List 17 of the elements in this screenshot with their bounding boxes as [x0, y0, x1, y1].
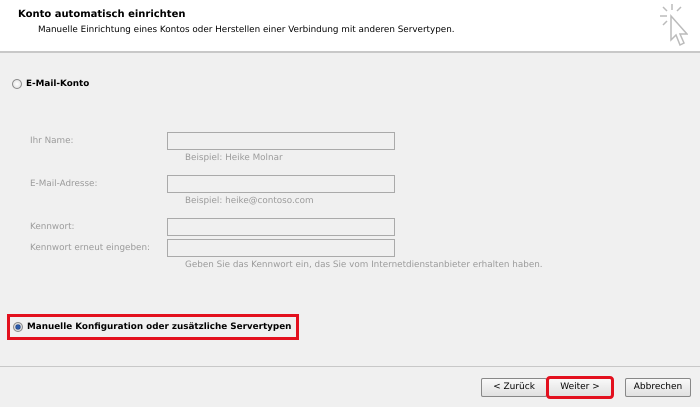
header-title: Konto automatisch einrichten	[18, 9, 186, 20]
field-hint: Geben Sie das Kennwort ein, das Sie vom Internetdienstanbieter erhalten haben.	[185, 260, 544, 270]
header-subtitle: Manuelle Einrichtung eines Kontos oder Herstellen einer Verbindung mit anderen Servertypen.	[37, 25, 455, 35]
option-label[interactable]: Manuelle Konfiguration oder zusätzliche Servertypen	[27, 322, 292, 332]
field-hint: Beispiel: Heike Molnar	[185, 153, 284, 163]
wizard-button[interactable]: Abbrechen	[625, 378, 691, 396]
option-label[interactable]: E-Mail-Konto	[26, 79, 90, 89]
field-hint: Beispiel: heike@contoso.com	[185, 196, 315, 206]
wizard-button[interactable]: < Zurück	[481, 378, 547, 396]
radio-button[interactable]	[13, 322, 23, 332]
field-label: E-Mail-Adresse:	[30, 179, 98, 189]
wizard-button[interactable]: Weiter >	[548, 378, 612, 396]
field-label: Kennwort erneut eingeben:	[30, 243, 151, 253]
cursor-sparkle-icon	[658, 4, 688, 48]
field-label: Kennwort:	[30, 222, 76, 232]
field-label: Ihr Name:	[30, 136, 74, 146]
radio-button[interactable]	[12, 79, 22, 89]
